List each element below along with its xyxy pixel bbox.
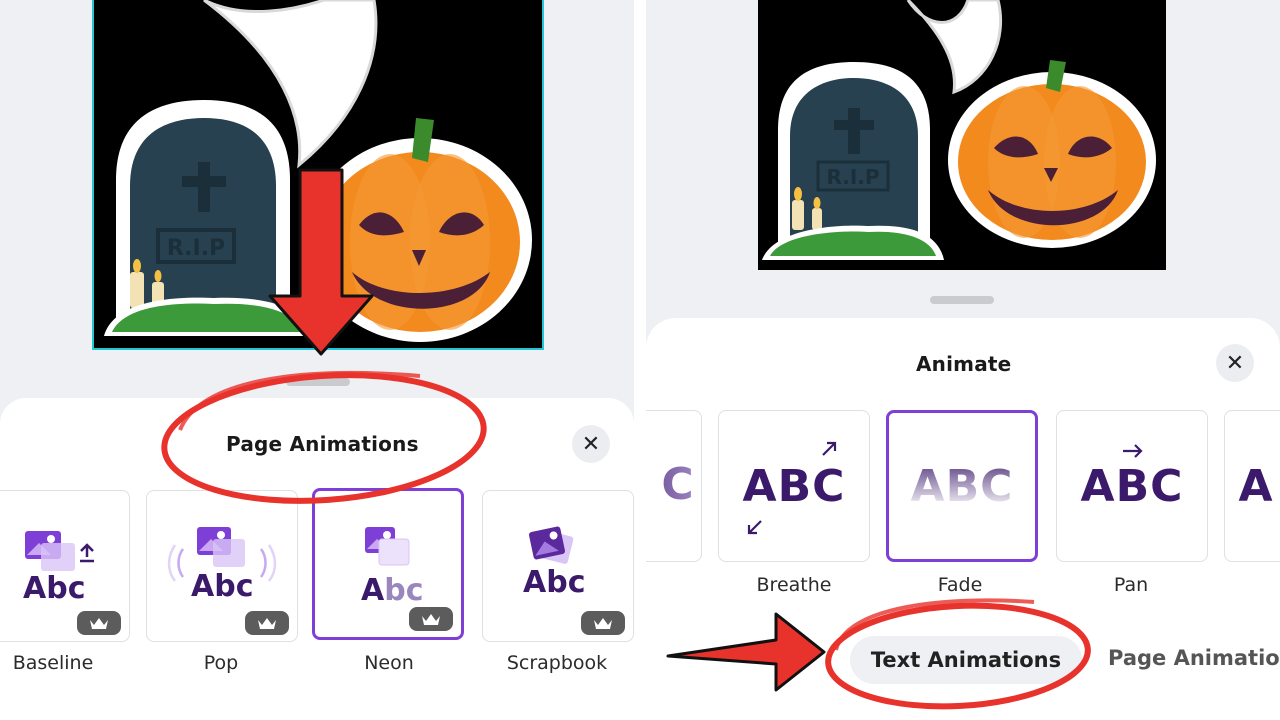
animation-label-neon: Neon bbox=[364, 652, 414, 674]
close-button[interactable]: ✕ bbox=[1216, 344, 1254, 382]
preview-text-a: A bbox=[361, 573, 385, 608]
animation-label-pop: Pop bbox=[203, 652, 239, 674]
animation-label-partial: e bbox=[646, 574, 650, 596]
animation-card-baseline[interactable]: Abc bbox=[0, 490, 130, 642]
right-screenshot-panel: R.I.P Animate ✕ C e bbox=[646, 0, 1280, 720]
animation-card-breathe[interactable]: ABC bbox=[718, 410, 870, 562]
left-screenshot-panel: R.I.P Page Animations ✕ Abc Baseline Abc… bbox=[0, 0, 634, 720]
sheet-title: Page Animations bbox=[226, 432, 419, 456]
preview-text: ABC bbox=[889, 461, 1035, 512]
preview-text: ABC bbox=[742, 461, 846, 512]
animation-card-neon[interactable]: Abc bbox=[312, 488, 464, 640]
design-canvas[interactable]: R.I.P bbox=[758, 0, 1166, 270]
animation-card-scrapbook[interactable]: Abc bbox=[482, 490, 634, 642]
preview-text: Abc bbox=[523, 565, 586, 600]
preview-text: Abc bbox=[361, 573, 423, 608]
preview-text: Abc bbox=[191, 569, 254, 604]
animate-sheet: Animate ✕ C e ABC Breathe ABC Fade ABC bbox=[646, 318, 1280, 720]
tab-text-animations[interactable]: Text Animations bbox=[850, 636, 1082, 684]
animation-card-fade[interactable]: ABC bbox=[886, 410, 1038, 562]
crown-icon bbox=[90, 618, 108, 629]
premium-badge bbox=[77, 611, 121, 635]
animation-label-fade: Fade bbox=[937, 574, 983, 596]
page-animations-sheet: Page Animations ✕ Abc Baseline Abc Pop A… bbox=[0, 398, 634, 720]
rip-label: R.I.P bbox=[826, 165, 879, 189]
tab-page-animations[interactable]: Page Animations bbox=[1108, 646, 1280, 670]
premium-badge bbox=[581, 611, 625, 635]
sheet-title: Animate bbox=[916, 352, 1012, 376]
crown-icon bbox=[594, 618, 612, 629]
animation-label-baseline: Baseline bbox=[12, 652, 94, 674]
animation-label-scrapbook: Scrapbook bbox=[506, 652, 608, 674]
animation-card-partial-right[interactable]: A bbox=[1224, 410, 1280, 562]
premium-badge bbox=[409, 607, 453, 631]
crown-icon bbox=[422, 614, 440, 625]
preview-text-faded: bc bbox=[384, 573, 424, 608]
drag-handle[interactable] bbox=[930, 296, 994, 304]
halloween-artwork: R.I.P bbox=[762, 0, 1156, 260]
rip-label: R.I.P bbox=[167, 236, 225, 261]
animation-card-pop[interactable]: Abc bbox=[146, 490, 298, 642]
design-canvas[interactable]: R.I.P bbox=[92, 0, 544, 350]
halloween-artwork: R.I.P bbox=[104, 0, 532, 342]
drag-handle[interactable] bbox=[286, 378, 350, 386]
crown-icon bbox=[258, 618, 276, 629]
animation-label-pan: Pan bbox=[1113, 574, 1149, 596]
animation-card-partial-left[interactable]: C bbox=[646, 410, 702, 562]
close-button[interactable]: ✕ bbox=[572, 425, 610, 463]
premium-badge bbox=[245, 611, 289, 635]
animation-label-breathe: Breathe bbox=[756, 574, 832, 596]
preview-text: A bbox=[1238, 461, 1274, 512]
preview-text: Abc bbox=[23, 571, 86, 606]
